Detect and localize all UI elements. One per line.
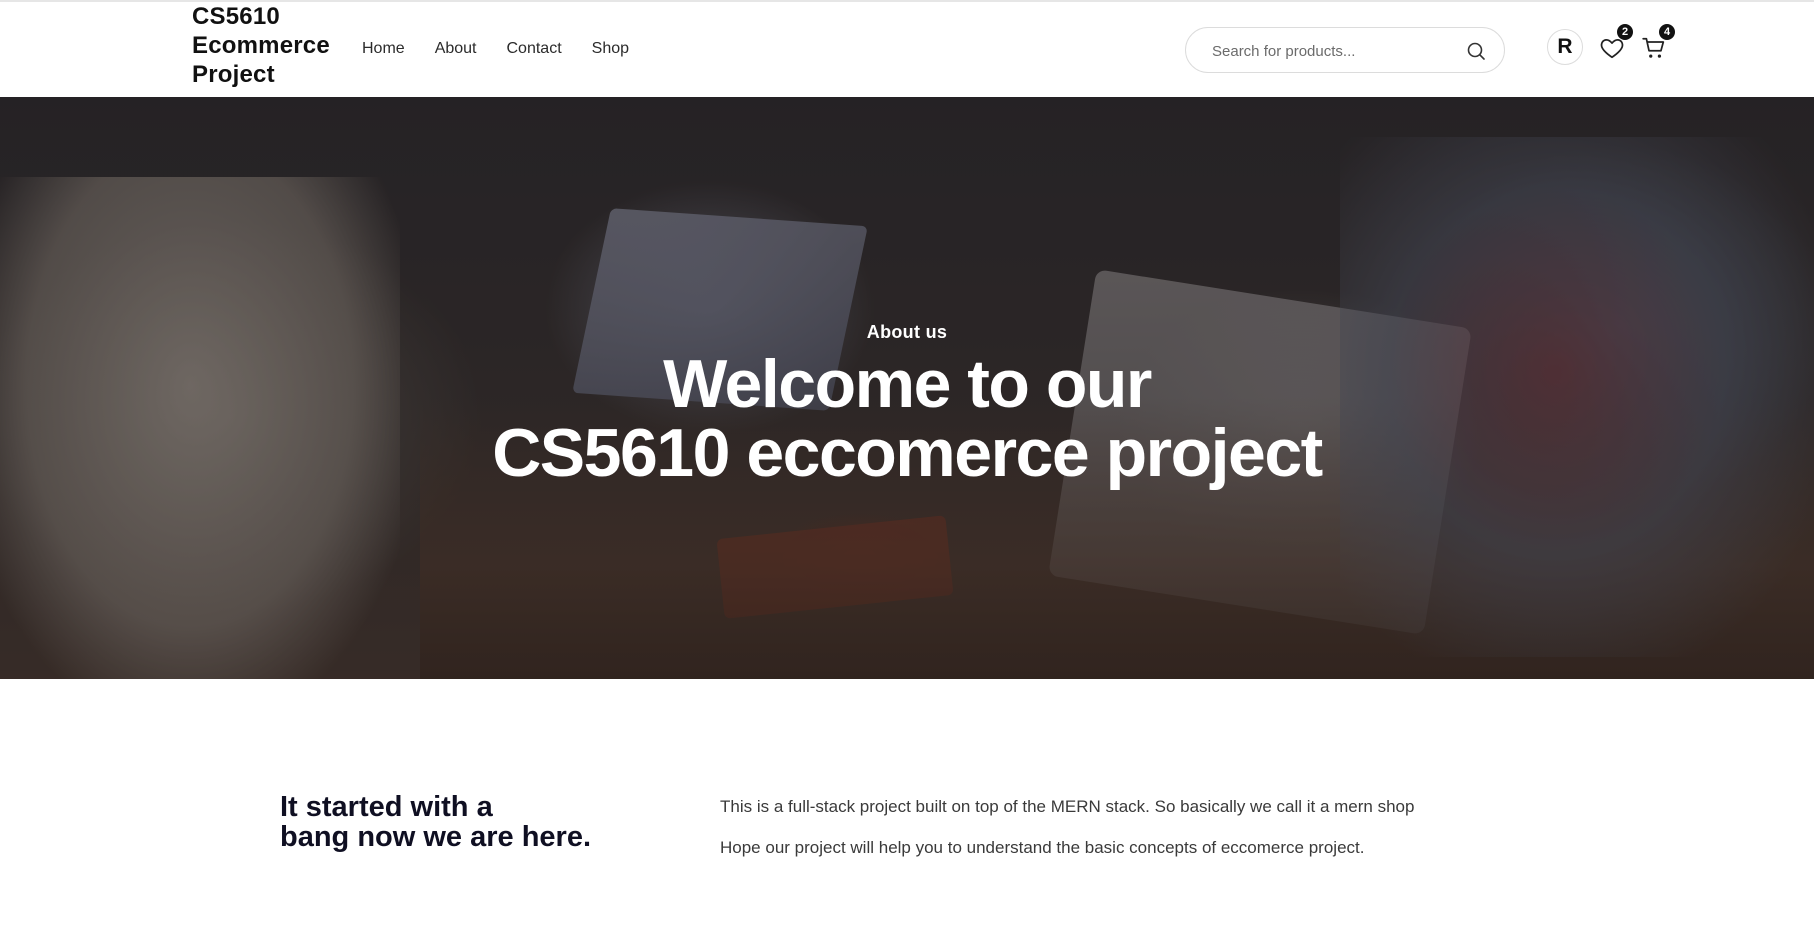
hero-eyebrow: About us (866, 322, 948, 342)
hero-title-line-1: Welcome to our (663, 346, 1152, 422)
cart-count-badge: 4 (1659, 24, 1675, 40)
intro-heading: It started with a bang now we are here. (280, 792, 640, 852)
main-nav: Home About Contact Shop (362, 40, 659, 58)
hero-title-line-2: CS5610 eccomerce project (492, 415, 1323, 491)
hero-title: Welcome to our CS5610 eccomerce project (0, 350, 1814, 488)
hero-banner: About us Welcome to our CS5610 eccomerce… (0, 97, 1814, 679)
cart-button[interactable]: 4 (1641, 24, 1675, 61)
nav-about[interactable]: About (435, 40, 477, 58)
wishlist-button[interactable]: 2 (1599, 24, 1633, 61)
intro-heading-line-1: It started with a (280, 791, 493, 823)
brand-line-3: Project (192, 61, 275, 88)
nav-contact[interactable]: Contact (507, 40, 562, 58)
search-icon[interactable] (1466, 41, 1486, 61)
intro-paragraph-2: Hope our project will help you to unders… (720, 838, 1365, 857)
brand-line-2: Ecommerce (192, 32, 330, 59)
brand-logo[interactable]: CS5610 Ecommerce Project (192, 2, 342, 89)
search-input[interactable] (1210, 40, 1460, 62)
intro-heading-line-2: bang now we are here. (280, 821, 592, 853)
intro-paragraph-1: This is a full-stack project built on to… (720, 797, 1415, 816)
brand-line-1: CS5610 (192, 3, 280, 30)
nav-home[interactable]: Home (362, 40, 405, 58)
search-box (1185, 27, 1505, 73)
nav-shop[interactable]: Shop (592, 40, 629, 58)
site-header: CS5610 Ecommerce Project Home About Cont… (0, 2, 1814, 97)
wishlist-count-badge: 2 (1617, 24, 1633, 40)
avatar[interactable]: R (1547, 29, 1583, 65)
